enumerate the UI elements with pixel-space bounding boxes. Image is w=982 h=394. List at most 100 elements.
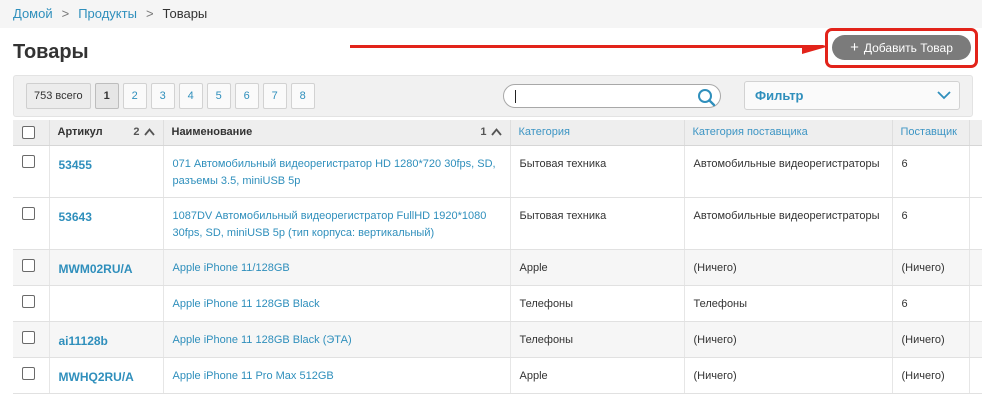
- annotation-highlight: + Добавить Товар: [825, 28, 978, 68]
- extra-cell: [969, 357, 982, 394]
- row-checkbox[interactable]: [22, 258, 35, 272]
- chevron-down-icon: [937, 91, 951, 100]
- table-row: Apple iPhone 11 128GB Black Телефоны Тел…: [13, 285, 982, 322]
- row-select-cell: [13, 357, 50, 394]
- product-name-link[interactable]: Apple iPhone 11 128GB Black (ЭТА): [173, 332, 501, 349]
- page-5-button[interactable]: 5: [206, 83, 231, 109]
- category-value: Телефоны: [519, 297, 574, 310]
- table-row: MWHQ2RU/A Apple iPhone 11 Pro Max 512GB …: [13, 357, 982, 394]
- page-title: Товары: [13, 41, 89, 63]
- row-checkbox[interactable]: [22, 366, 35, 380]
- extra-cell: [969, 249, 982, 286]
- extra-cell: [969, 285, 982, 322]
- sort-order: 2: [133, 126, 140, 138]
- category-value: Телефоны: [519, 333, 574, 346]
- column-header-supplier-category[interactable]: Категория поставщика: [684, 120, 893, 146]
- name-cell: Apple iPhone 11 128GB Black: [163, 285, 511, 322]
- row-select-cell: [13, 197, 50, 250]
- name-cell: 071 Автомобильный видеорегистратор HD 12…: [163, 145, 511, 198]
- table-row: ai11128b Apple iPhone 11 128GB Black (ЭТ…: [13, 321, 982, 358]
- sort-indicator: 1: [480, 126, 502, 138]
- supplier-value: 6: [901, 297, 908, 310]
- row-checkbox[interactable]: [22, 206, 35, 220]
- article-link[interactable]: 53455: [59, 158, 154, 172]
- category-value: Apple: [519, 261, 548, 274]
- supplier-category-value: Автомобильные видеорегистраторы: [693, 157, 880, 170]
- row-checkbox[interactable]: [22, 154, 35, 168]
- row-checkbox[interactable]: [22, 294, 35, 308]
- search-input[interactable]: [514, 88, 684, 104]
- article-link[interactable]: ai11128b: [59, 334, 154, 348]
- sort-indicator: 2: [133, 126, 155, 138]
- product-name-link[interactable]: Apple iPhone 11 Pro Max 512GB: [173, 368, 501, 385]
- page-4-button[interactable]: 4: [178, 83, 203, 109]
- supplier-category-cell: (Ничего): [684, 249, 893, 286]
- page-8-button[interactable]: 8: [290, 83, 315, 109]
- filter-label: Фильтр: [755, 88, 804, 103]
- sort-order: 1: [480, 126, 487, 138]
- add-product-button[interactable]: + Добавить Товар: [832, 35, 971, 60]
- search-icon[interactable]: [696, 87, 716, 107]
- chevron-up-icon: [143, 128, 155, 136]
- row-select-cell: [13, 249, 50, 286]
- page-6-button[interactable]: 6: [234, 83, 259, 109]
- article-link[interactable]: MWHQ2RU/A: [59, 370, 154, 384]
- add-product-label: Добавить Товар: [863, 40, 953, 55]
- breadcrumb-current: Товары: [162, 6, 208, 21]
- supplier-value: (Ничего): [901, 261, 945, 274]
- category-cell: Бытовая техника: [510, 197, 685, 250]
- header-select-all: [13, 120, 50, 146]
- supplier-category-cell: Автомобильные видеорегистраторы: [684, 145, 893, 198]
- column-header-article[interactable]: Артикул 2: [49, 120, 164, 146]
- total-count: 753 всего: [26, 83, 91, 109]
- page-3-button[interactable]: 3: [150, 83, 175, 109]
- supplier-category-value: (Ничего): [693, 333, 737, 346]
- breadcrumb: Домой > Продукты > Товары: [0, 0, 982, 28]
- table-row: MWM02RU/A Apple iPhone 11/128GB Apple (Н…: [13, 249, 982, 286]
- supplier-cell: 6: [892, 197, 970, 250]
- category-value: Бытовая техника: [519, 209, 607, 222]
- article-link[interactable]: MWM02RU/A: [59, 262, 154, 276]
- page-1-button[interactable]: 1: [94, 83, 119, 109]
- supplier-category-cell: (Ничего): [684, 357, 893, 394]
- supplier-value: 6: [901, 209, 908, 222]
- filter-dropdown[interactable]: Фильтр: [744, 81, 960, 110]
- annotation-arrow: [350, 45, 828, 54]
- pagination: 753 всего 1 2 3 4 5 6 7 8: [26, 83, 315, 109]
- column-header-category[interactable]: Категория: [510, 120, 685, 146]
- breadcrumb-separator: >: [145, 6, 154, 21]
- breadcrumb-products-link[interactable]: Продукты: [78, 6, 137, 21]
- supplier-category-value: (Ничего): [693, 369, 737, 382]
- category-cell: Телефоны: [510, 321, 685, 358]
- search-box: [503, 84, 721, 108]
- product-name-link[interactable]: Apple iPhone 11/128GB: [173, 260, 501, 277]
- column-header-name[interactable]: Наименование 1: [163, 120, 511, 146]
- article-link[interactable]: 53643: [59, 210, 154, 224]
- supplier-category-value: Автомобильные видеорегистраторы: [693, 209, 880, 222]
- supplier-category-value: (Ничего): [693, 261, 737, 274]
- category-cell: Телефоны: [510, 285, 685, 322]
- name-cell: Apple iPhone 11 Pro Max 512GB: [163, 357, 511, 394]
- select-all-checkbox[interactable]: [22, 125, 35, 139]
- supplier-category-cell: Телефоны: [684, 285, 893, 322]
- table-header-row: Артикул 2 Наименование 1 Категория Катег…: [13, 120, 982, 146]
- page-7-button[interactable]: 7: [262, 83, 287, 109]
- product-name-link[interactable]: 071 Автомобильный видеорегистратор HD 12…: [173, 156, 501, 190]
- article-cell: ai11128b: [49, 321, 164, 358]
- product-name-link[interactable]: 1087DV Автомобильный видеорегистратор Fu…: [173, 208, 501, 242]
- extra-cell: [969, 321, 982, 358]
- product-name-link[interactable]: Apple iPhone 11 128GB Black: [173, 296, 501, 313]
- row-checkbox[interactable]: [22, 330, 35, 344]
- row-select-cell: [13, 145, 50, 198]
- name-cell: 1087DV Автомобильный видеорегистратор Fu…: [163, 197, 511, 250]
- page-2-button[interactable]: 2: [122, 83, 147, 109]
- supplier-cell: 6: [892, 285, 970, 322]
- column-header-supplier[interactable]: Поставщик: [892, 120, 970, 146]
- name-cell: Apple iPhone 11 128GB Black (ЭТА): [163, 321, 511, 358]
- category-cell: Apple: [510, 249, 685, 286]
- column-label: Артикул: [57, 126, 103, 139]
- supplier-category-cell: Автомобильные видеорегистраторы: [684, 197, 893, 250]
- row-select-cell: [13, 285, 50, 322]
- table-row: 53643 1087DV Автомобильный видеорегистра…: [13, 197, 982, 250]
- breadcrumb-home-link[interactable]: Домой: [13, 6, 53, 21]
